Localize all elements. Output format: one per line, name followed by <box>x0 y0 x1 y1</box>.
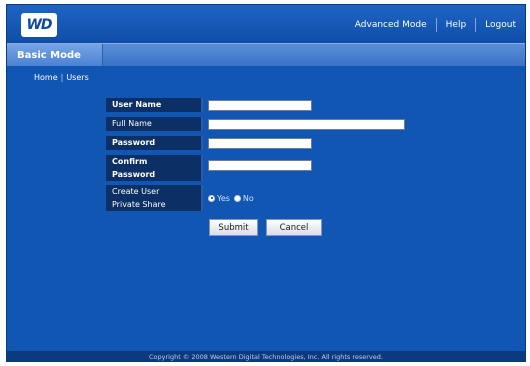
user-name-input[interactable] <box>208 99 312 111</box>
breadcrumb-users[interactable]: Users <box>66 73 88 82</box>
share-yes-radio[interactable] <box>208 194 215 202</box>
private-share-row: Create User Private Share Yes No <box>106 185 254 211</box>
user-name-row: User Name <box>106 98 312 112</box>
submit-button[interactable]: Submit <box>209 219 258 236</box>
private-share-options: Yes No <box>208 194 254 203</box>
share-label-line2: Private Share <box>112 200 166 209</box>
confirm-label-line1: Confirm <box>112 157 148 166</box>
wd-logo: WD <box>21 13 57 37</box>
app-window: WD Advanced Mode Help Logout Basic Mode … <box>6 4 526 362</box>
header-bar: WD Advanced Mode Help Logout <box>7 5 525 43</box>
tab-bar: Basic Mode <box>7 43 525 66</box>
breadcrumb-home[interactable]: Home <box>34 73 58 82</box>
password-row: Password <box>106 136 312 150</box>
confirm-password-input[interactable] <box>208 159 312 171</box>
share-yes-label: Yes <box>217 193 230 203</box>
confirm-label-line2: Password <box>112 170 156 179</box>
nav-help[interactable]: Help <box>437 20 476 30</box>
cancel-button[interactable]: Cancel <box>266 219 322 236</box>
nav-logout[interactable]: Logout <box>476 20 525 30</box>
breadcrumb: Home | Users <box>34 73 89 82</box>
share-no-radio[interactable] <box>233 194 241 202</box>
tab-basic-mode[interactable]: Basic Mode <box>7 44 103 66</box>
nav-advanced-mode[interactable]: Advanced Mode <box>346 20 436 30</box>
private-share-label: Create User Private Share <box>106 185 203 211</box>
full-name-label: Full Name <box>106 117 203 131</box>
password-label: Password <box>106 136 203 150</box>
footer: Copyright © 2008 Western Digital Technol… <box>7 351 525 361</box>
user-name-label: User Name <box>106 98 203 112</box>
share-label-line1: Create User <box>112 187 160 196</box>
copyright-text: Copyright © 2008 Western Digital Technol… <box>149 353 383 361</box>
password-input[interactable] <box>208 137 312 149</box>
breadcrumb-separator: | <box>60 73 64 82</box>
confirm-password-label: Confirm Password <box>106 155 203 181</box>
full-name-row: Full Name <box>106 117 405 131</box>
confirm-password-row: Confirm Password <box>106 155 312 181</box>
top-nav: Advanced Mode Help Logout <box>346 18 525 32</box>
share-no-label: No <box>242 193 254 203</box>
full-name-input[interactable] <box>208 118 405 130</box>
